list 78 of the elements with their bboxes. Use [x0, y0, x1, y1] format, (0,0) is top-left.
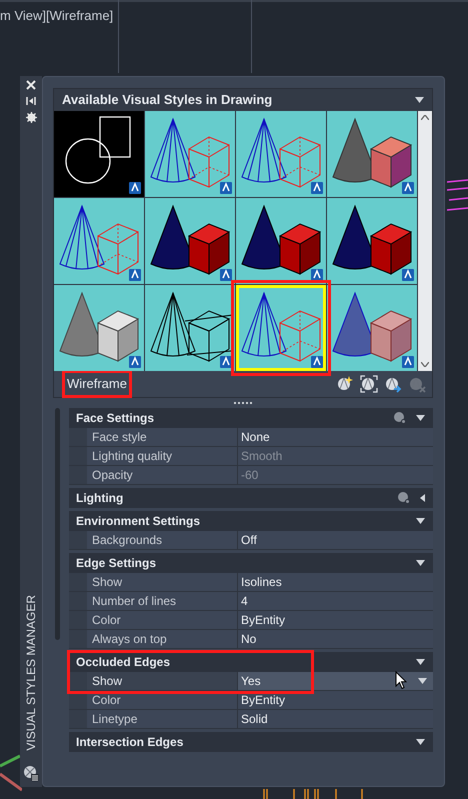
- settings-icon[interactable]: [26, 112, 36, 123]
- property-value[interactable]: 4: [238, 592, 433, 610]
- section-header[interactable]: Environment Settings: [69, 511, 433, 531]
- property-value[interactable]: Isolines: [238, 573, 433, 591]
- style-thumbnail[interactable]: [327, 285, 417, 371]
- property-label: Face style: [87, 428, 238, 446]
- viewport-label[interactable]: m View][Wireframe]: [0, 6, 114, 26]
- property-label: Lighting quality: [87, 447, 238, 465]
- section-title: Lighting: [76, 490, 124, 507]
- style-thumbnail[interactable]: [145, 285, 235, 371]
- palette-icon[interactable]: [23, 765, 39, 781]
- scrollbar[interactable]: [55, 408, 60, 640]
- badge-icon: [402, 356, 414, 368]
- caret-icon[interactable]: [416, 518, 425, 524]
- property-label: Backgrounds: [87, 531, 238, 549]
- section-header[interactable]: Face Settings: [69, 408, 433, 428]
- property-value[interactable]: None: [238, 428, 433, 446]
- style-name: Wireframe: [62, 370, 132, 398]
- axis-icon: [0, 752, 22, 792]
- property-label: Opacity: [87, 466, 238, 484]
- dropdown-field[interactable]: Yes: [238, 672, 433, 690]
- caret-icon[interactable]: [416, 415, 425, 421]
- badge-icon: [402, 182, 414, 194]
- caret-icon[interactable]: [420, 494, 425, 502]
- caret-icon[interactable]: [416, 659, 425, 665]
- section-header[interactable]: Lighting: [69, 488, 433, 508]
- property-label: Linetype: [87, 710, 238, 728]
- caret-icon[interactable]: [415, 97, 424, 103]
- style-thumbnail[interactable]: [54, 285, 144, 371]
- caret-icon[interactable]: [416, 560, 425, 566]
- cursor-icon: [395, 671, 407, 690]
- badge-icon: [129, 356, 141, 368]
- badge-icon: [220, 356, 232, 368]
- badge-icon: [220, 182, 232, 194]
- section-header[interactable]: Intersection Edges: [69, 732, 433, 752]
- property-label: Always on top: [87, 630, 238, 648]
- badge-icon: [129, 269, 141, 281]
- section-header[interactable]: Edge Settings: [69, 553, 433, 573]
- style-thumbnail[interactable]: [327, 111, 417, 197]
- badge-icon: [129, 182, 141, 194]
- section-title: Face Settings: [76, 410, 156, 427]
- close-icon[interactable]: [26, 80, 36, 90]
- style-thumbnail[interactable]: [145, 111, 235, 197]
- style-thumbnail[interactable]: [145, 198, 235, 284]
- section-header[interactable]: Occluded Edges: [69, 652, 433, 672]
- style-thumbnail[interactable]: [54, 198, 144, 284]
- caret-icon[interactable]: [418, 678, 427, 684]
- badge-icon: [311, 269, 323, 281]
- section-title: Environment Settings: [76, 513, 202, 530]
- property-value[interactable]: Solid: [238, 710, 433, 728]
- property-label: Show: [87, 573, 238, 591]
- property-value[interactable]: No: [238, 630, 433, 648]
- badge-icon: [402, 269, 414, 281]
- panel-heading: Available Visual Styles in Drawing: [62, 91, 272, 110]
- property-label: Number of lines: [87, 592, 238, 610]
- property-value[interactable]: ByEntity: [238, 611, 433, 629]
- sphere-frame-icon[interactable]: [360, 375, 378, 393]
- badge-icon: [311, 182, 323, 194]
- sphere-arrow-icon[interactable]: [384, 375, 402, 393]
- caret-icon[interactable]: [416, 739, 425, 745]
- badge-icon: [220, 269, 232, 281]
- section-title: Edge Settings: [76, 555, 158, 572]
- style-thumbnail[interactable]: [54, 111, 144, 197]
- property-value[interactable]: Off: [238, 531, 433, 549]
- badge-icon: [311, 356, 323, 368]
- auto-hide-icon[interactable]: [26, 96, 36, 106]
- sphere-star-icon[interactable]: [336, 375, 354, 393]
- section-title: Intersection Edges: [76, 734, 184, 751]
- style-thumbnail[interactable]: [327, 198, 417, 284]
- style-thumbnail[interactable]: [236, 198, 326, 284]
- scrollbar[interactable]: [418, 111, 432, 371]
- style-thumbnail[interactable]: [236, 111, 326, 197]
- section-title: Occluded Edges: [76, 654, 172, 671]
- scroll-up-icon[interactable]: [421, 115, 429, 120]
- property-label: Color: [87, 611, 238, 629]
- property-value[interactable]: ByEntity: [238, 691, 433, 709]
- palette-title: VISUAL STYLES MANAGER: [23, 595, 39, 751]
- scroll-down-icon[interactable]: [421, 362, 429, 367]
